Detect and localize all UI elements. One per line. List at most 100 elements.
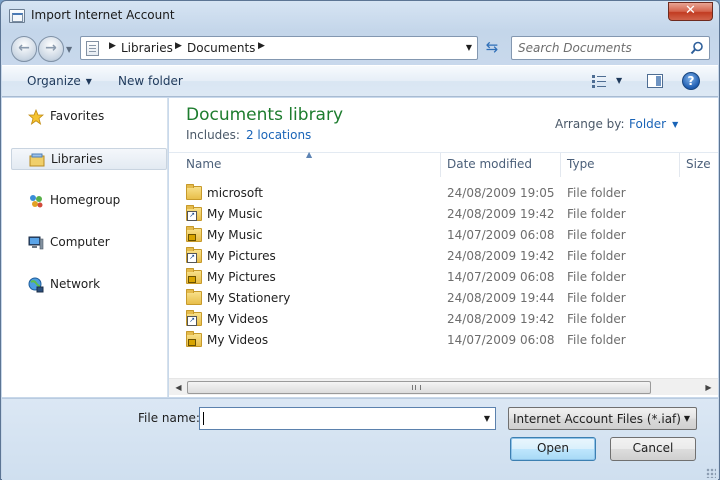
cancel-button[interactable]: Cancel (610, 437, 696, 461)
file-row[interactable]: My Videos 14/07/2009 06:08 File folder (169, 330, 718, 351)
breadcrumb-libraries[interactable]: Libraries (121, 41, 173, 55)
file-date: 24/08/2009 19:42 (447, 207, 555, 221)
recent-pages-dropdown[interactable]: ▼ (66, 45, 72, 54)
folder-locked-icon (186, 226, 202, 242)
address-dropdown-icon[interactable]: ▼ (466, 43, 472, 52)
folder-locked-icon (186, 331, 202, 347)
forward-button[interactable]: → (38, 36, 64, 62)
navigation-bar: ← → ▼ ▶ Libraries ▶ Documents ▶ ▼ ⇆ Sear… (1, 31, 719, 63)
search-input[interactable]: Search Documents (518, 41, 683, 55)
file-date: 24/08/2009 19:42 (447, 249, 555, 263)
file-date: 24/08/2009 19:42 (447, 312, 555, 326)
homegroup-icon (30, 195, 43, 208)
file-type: File folder (567, 249, 626, 263)
arrange-by-label: Arrange by: (555, 117, 625, 131)
new-folder-button[interactable]: New folder (118, 74, 183, 88)
arrange-by-dropdown[interactable]: Folder ▼ (629, 117, 678, 131)
app-icon (9, 9, 25, 23)
close-button[interactable]: ✕ (668, 2, 713, 21)
file-date: 14/07/2009 06:08 (447, 333, 555, 347)
column-size[interactable]: Size (686, 157, 711, 171)
breadcrumb-documents[interactable]: Documents (187, 41, 255, 55)
search-icon[interactable] (690, 41, 704, 55)
column-divider[interactable] (560, 153, 561, 177)
file-name: My Music (207, 207, 263, 221)
file-name-label: File name: (138, 411, 200, 425)
file-date: 14/07/2009 06:08 (447, 270, 555, 284)
chevron-down-icon: ▼ (683, 414, 690, 423)
file-type: File folder (567, 228, 626, 242)
column-header-row: ▲ Name Date modified Type Size (169, 150, 718, 177)
breadcrumb-chevron-icon[interactable]: ▶ (258, 41, 265, 51)
nav-item-homegroup[interactable]: Homegroup (11, 190, 167, 212)
file-row[interactable]: microsoft 24/08/2009 19:05 File folder (169, 183, 718, 204)
file-type: File folder (567, 270, 626, 284)
column-date-modified[interactable]: Date modified (447, 157, 532, 171)
navigation-pane: Favorites Libraries Homegroup Computer N… (2, 98, 168, 397)
title-bar[interactable]: Import Internet Account ✕ (1, 1, 719, 31)
arrow-left-icon: ← (18, 40, 30, 56)
file-row[interactable]: My Videos 24/08/2009 19:42 File folder (169, 309, 718, 330)
open-button[interactable]: Open (510, 437, 596, 461)
folder-shortcut-icon (186, 205, 202, 221)
change-view-icon[interactable] (591, 74, 607, 88)
file-list-pane: Documents library Includes: 2 locations A… (169, 98, 718, 397)
column-divider[interactable] (679, 153, 680, 177)
document-icon (86, 41, 99, 56)
file-name-dropdown-icon[interactable]: ▼ (484, 414, 490, 423)
dialog-window: Import Internet Account ✕ ← → ▼ ▶ Librar… (0, 0, 720, 480)
views-dropdown-icon[interactable]: ▼ (616, 76, 622, 85)
refresh-icon: ⇆ (485, 38, 499, 56)
file-row[interactable]: My Music 24/08/2009 19:42 File folder (169, 204, 718, 225)
file-type: File folder (567, 312, 626, 326)
chevron-down-icon: ▼ (85, 77, 92, 86)
file-row[interactable]: My Pictures 14/07/2009 06:08 File folder (169, 267, 718, 288)
breadcrumb-chevron-icon[interactable]: ▶ (175, 41, 182, 51)
file-type: File folder (567, 186, 626, 200)
resize-grip-icon[interactable] (706, 468, 716, 478)
file-name: My Pictures (207, 249, 276, 263)
folder-icon (186, 184, 202, 200)
search-box[interactable]: Search Documents (511, 36, 710, 60)
column-name[interactable]: Name (186, 157, 221, 171)
file-name: My Music (207, 228, 263, 242)
file-row[interactable]: My Stationery 24/08/2009 19:44 File fold… (169, 288, 718, 309)
address-bar[interactable]: ▶ Libraries ▶ Documents ▶ ▼ (80, 36, 478, 60)
nav-item-favorites[interactable]: Favorites (11, 106, 167, 128)
file-type: File folder (567, 291, 626, 305)
file-type-filter-select[interactable]: Internet Account Files (*.iaf) ▼ (508, 407, 697, 430)
scrollbar-thumb[interactable] (187, 381, 651, 394)
library-title: Documents library (186, 105, 344, 125)
computer-icon (28, 236, 44, 250)
file-name-input[interactable]: ▼ (199, 407, 496, 430)
help-button[interactable]: ? (682, 72, 700, 90)
folder-locked-icon (186, 268, 202, 284)
back-button[interactable]: ← (11, 36, 37, 62)
refresh-button[interactable]: ⇆ (481, 37, 503, 59)
breadcrumb-chevron-icon[interactable]: ▶ (109, 41, 116, 51)
nav-item-network[interactable]: Network (11, 274, 167, 296)
scroll-left-icon[interactable]: ◀ (171, 381, 186, 394)
scroll-right-icon[interactable]: ▶ (701, 381, 716, 394)
file-name-area: File name: ▼ Internet Account Files (*.i… (2, 398, 718, 480)
file-name: My Stationery (207, 291, 291, 305)
file-type: File folder (567, 333, 626, 347)
horizontal-scrollbar[interactable]: ◀ ▶ (169, 378, 718, 395)
file-row[interactable]: My Music 14/07/2009 06:08 File folder (169, 225, 718, 246)
library-includes: Includes: 2 locations (186, 128, 312, 142)
locations-link[interactable]: 2 locations (246, 128, 311, 142)
preview-pane-icon[interactable] (647, 74, 663, 88)
column-type[interactable]: Type (567, 157, 595, 171)
folder-shortcut-icon (186, 247, 202, 263)
organize-button[interactable]: Organize ▼ (27, 74, 92, 88)
file-name: microsoft (207, 186, 263, 200)
library-icon (29, 153, 45, 167)
file-row[interactable]: My Pictures 24/08/2009 19:42 File folder (169, 246, 718, 267)
column-divider[interactable] (440, 153, 441, 177)
nav-item-libraries[interactable]: Libraries (11, 148, 167, 170)
nav-item-computer[interactable]: Computer (11, 232, 167, 254)
file-type: File folder (567, 207, 626, 221)
folder-shortcut-icon (186, 310, 202, 326)
window-title: Import Internet Account (31, 8, 175, 22)
file-name: My Pictures (207, 270, 276, 284)
